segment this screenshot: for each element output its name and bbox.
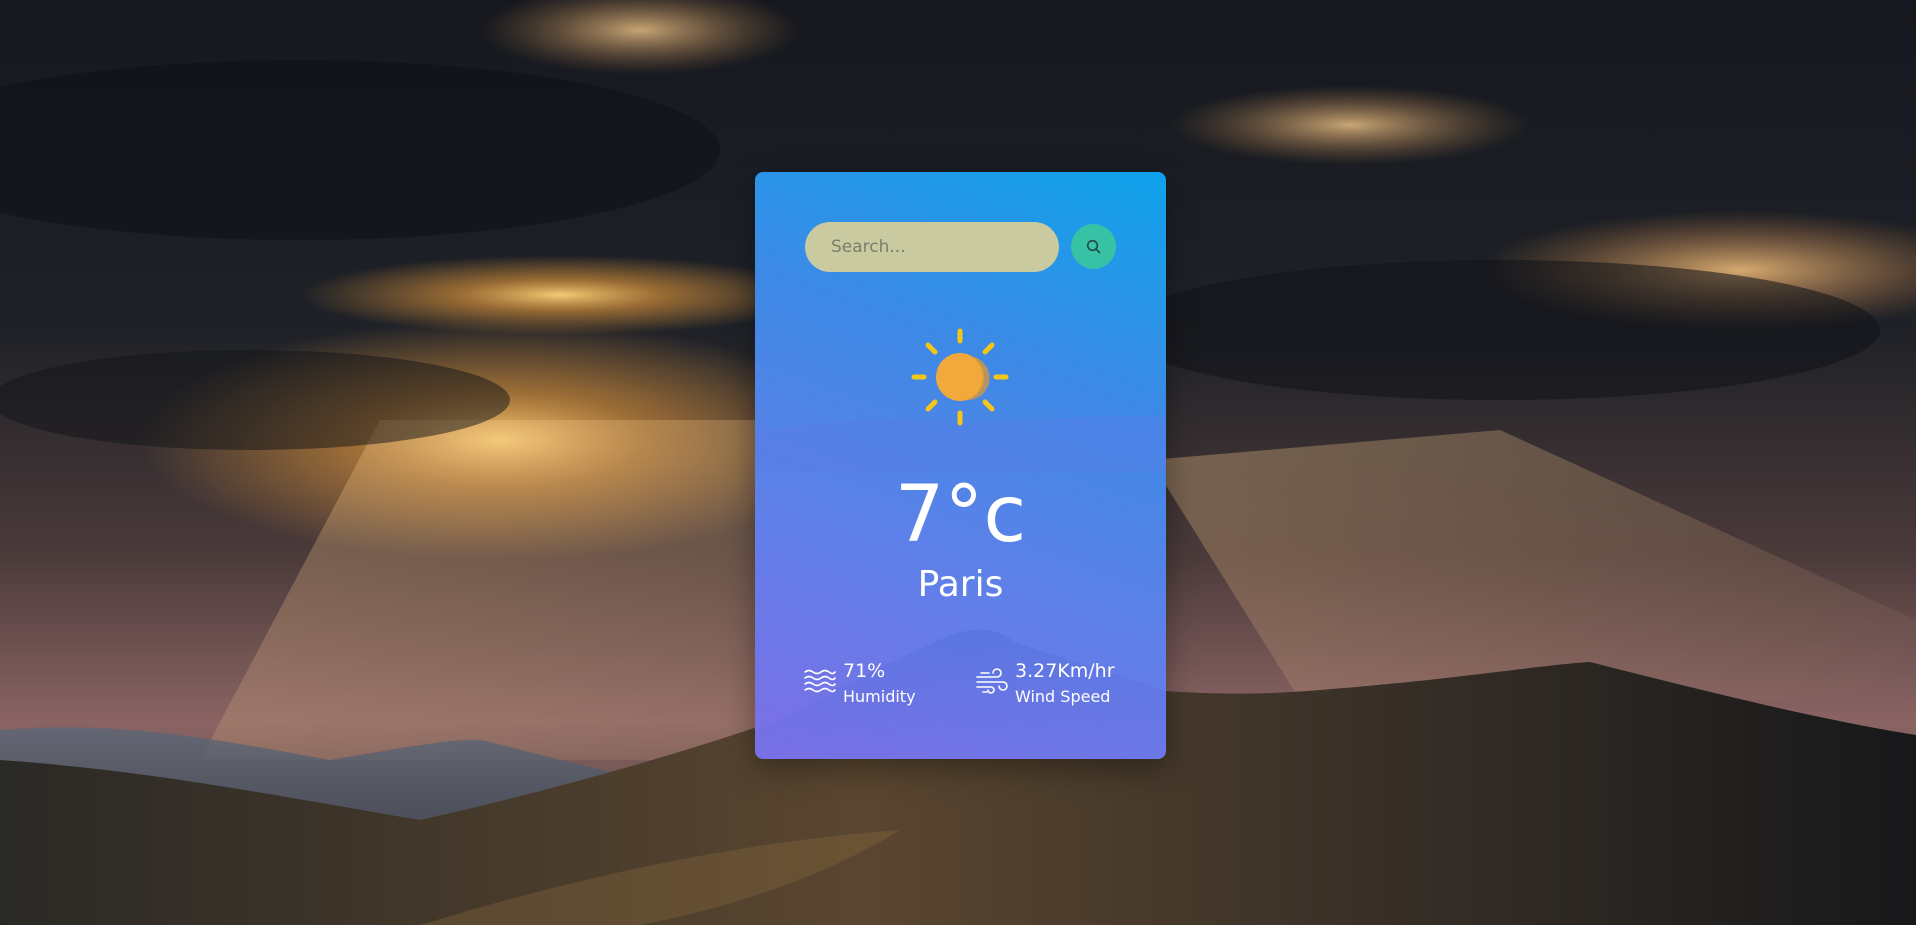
weather-card: 7°c Paris 71% Humidity 3.27Km/hr Wind Sp… xyxy=(755,172,1166,759)
humidity-label: Humidity xyxy=(843,687,916,706)
wind-value: 3.27Km/hr xyxy=(1015,660,1115,682)
sun-icon xyxy=(911,328,1009,426)
city-name: Paris xyxy=(917,564,1004,605)
waves-icon xyxy=(804,669,836,693)
wind-detail: 3.27Km/hr Wind Speed xyxy=(975,657,1135,707)
search-input[interactable] xyxy=(805,222,1059,272)
wind-icon xyxy=(976,668,1008,694)
search-bar xyxy=(805,222,1117,272)
temperature: 7°c xyxy=(894,470,1027,560)
wind-label: Wind Speed xyxy=(1015,687,1111,706)
humidity-value: 71% xyxy=(843,660,886,682)
search-button[interactable] xyxy=(1071,224,1116,269)
search-icon xyxy=(1086,239,1101,254)
humidity-detail: 71% Humidity xyxy=(803,657,943,707)
